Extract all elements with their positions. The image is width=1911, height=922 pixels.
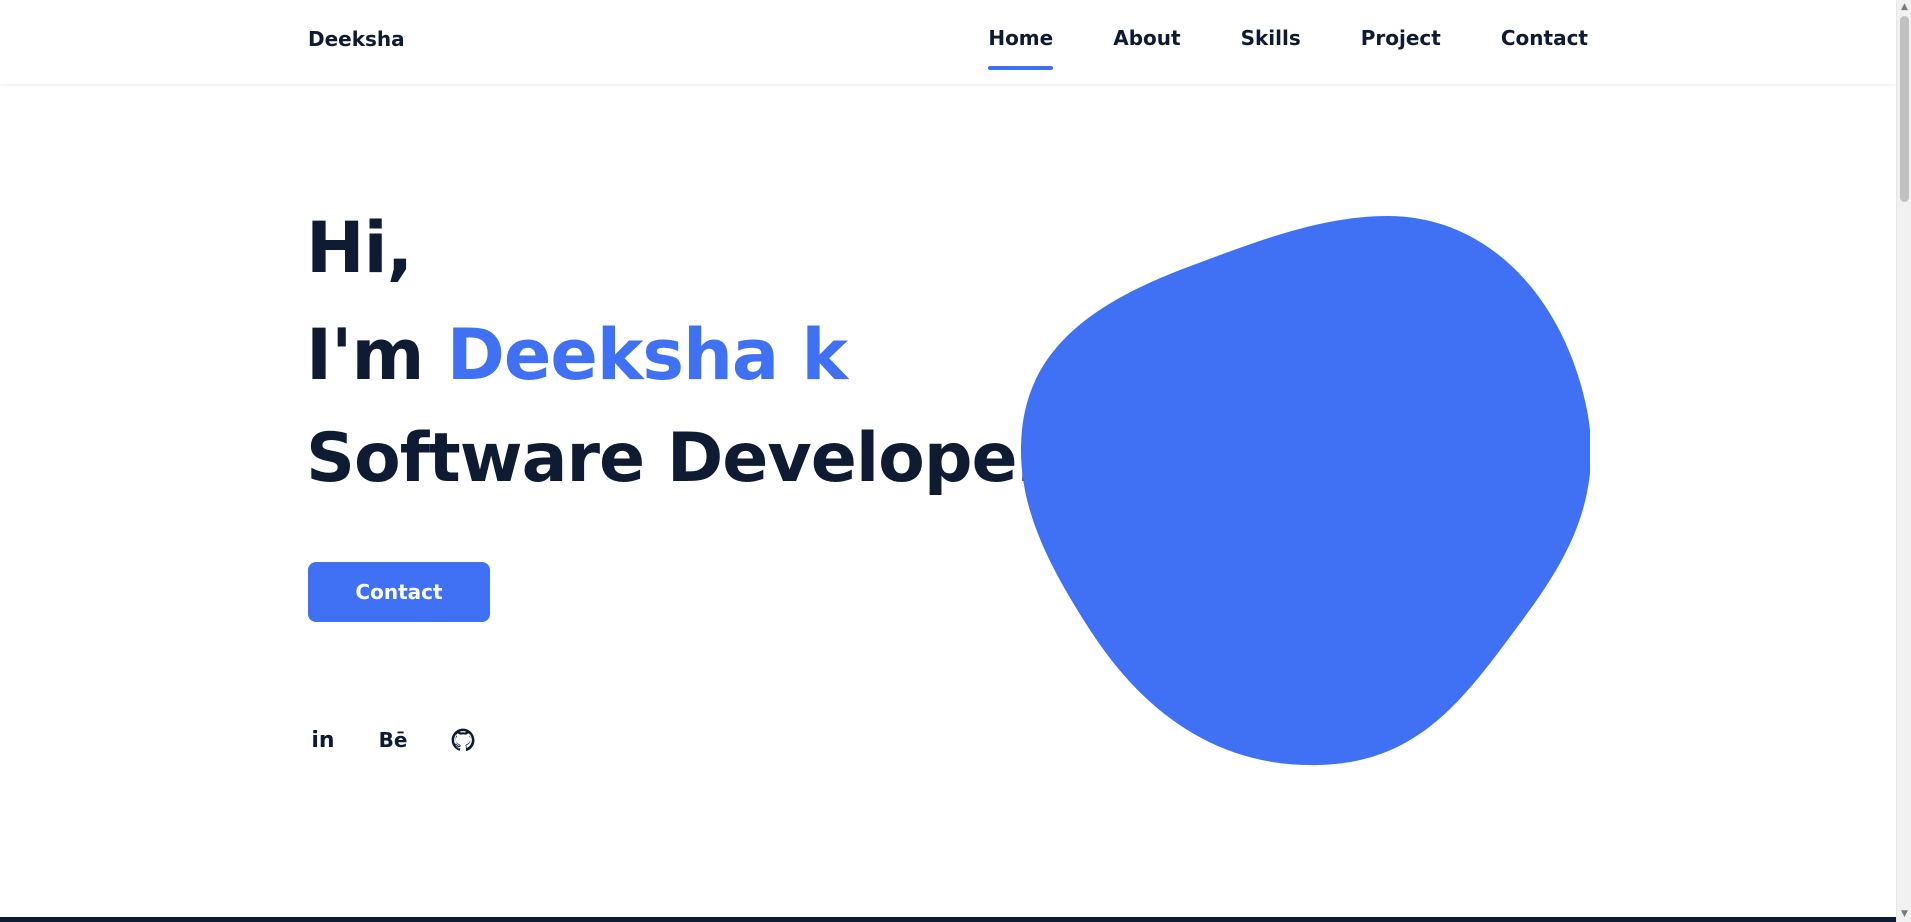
portfolio-page: Deeksha Home About Skills Project Contac… <box>0 0 1911 922</box>
behance-icon[interactable]: Bē <box>378 725 408 755</box>
nav-contact[interactable]: Contact <box>1501 26 1588 70</box>
github-icon[interactable] <box>448 725 478 755</box>
scroll-down-icon[interactable]: ▼ <box>1900 910 1909 919</box>
contact-button[interactable]: Contact <box>308 562 490 622</box>
behance-icon-text: Bē <box>378 728 408 752</box>
site-header: Deeksha Home About Skills Project Contac… <box>0 0 1896 84</box>
linkedin-icon-text: in <box>311 727 335 753</box>
social-links: in Bē <box>308 725 518 755</box>
nav-project[interactable]: Project <box>1361 26 1441 70</box>
github-icon-svg <box>451 728 475 752</box>
main-nav: Home About Skills Project Contact <box>928 26 1588 70</box>
page-scrollbar[interactable]: ▲ ▼ <box>1896 0 1911 922</box>
linkedin-icon[interactable]: in <box>308 725 338 755</box>
brand-logo-link[interactable]: Deeksha <box>308 27 405 51</box>
scrollbar-thumb[interactable] <box>1900 16 1909 202</box>
hero-intro: I'm Deeksha k <box>306 320 848 390</box>
hero-greeting: Hi, <box>306 207 413 289</box>
hero-blob-shape <box>1021 216 1590 766</box>
nav-about[interactable]: About <box>1113 26 1180 70</box>
next-section-edge <box>0 917 1896 922</box>
hero-intro-prefix: I'm <box>306 314 447 396</box>
scroll-up-icon[interactable]: ▲ <box>1900 3 1909 12</box>
nav-skills[interactable]: Skills <box>1241 26 1301 70</box>
hero-name: Deeksha k <box>446 314 848 396</box>
nav-home[interactable]: Home <box>988 26 1053 70</box>
hero-role: Software Developer <box>306 419 1050 498</box>
